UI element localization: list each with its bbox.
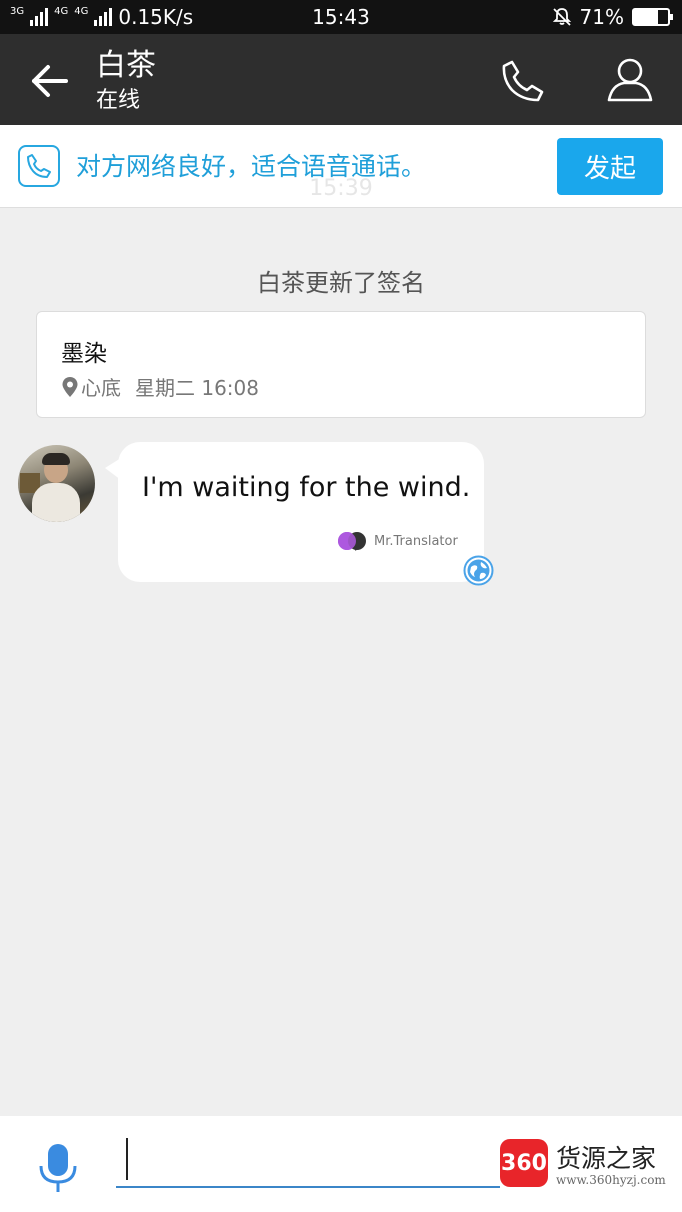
back-button[interactable] xyxy=(26,58,72,104)
user-icon xyxy=(607,58,653,102)
voice-input-button[interactable] xyxy=(36,1142,80,1194)
phone-icon xyxy=(502,60,544,102)
profile-button[interactable] xyxy=(604,54,656,106)
bell-muted-icon xyxy=(552,8,571,26)
signature-text: 墨染 xyxy=(61,341,107,367)
text-cursor xyxy=(126,1138,128,1180)
signature-meta: 心底 星期二 16:08 xyxy=(61,372,259,401)
watermark: 360 货源之家 www.360hyzj.com xyxy=(498,1137,682,1193)
globe-icon xyxy=(463,555,494,586)
avatar[interactable] xyxy=(18,445,95,522)
watermark-url: www.360hyzj.com xyxy=(556,1173,666,1187)
status-right: 71% xyxy=(552,5,673,29)
signature-location: 心底 xyxy=(81,376,121,400)
chat-header: 白茶 在线 xyxy=(0,34,682,125)
translate-button[interactable] xyxy=(463,555,494,586)
translator-label: Mr.Translator xyxy=(374,533,458,549)
status-bar: 3G 4G 4G 0.15K/s 15:43 71% xyxy=(0,0,682,34)
arrow-left-icon xyxy=(32,65,68,97)
battery-icon xyxy=(632,8,673,26)
microphone-icon xyxy=(39,1144,77,1192)
signature-card[interactable]: 墨染 心底 星期二 16:08 xyxy=(36,311,646,418)
signature-time: 星期二 16:08 xyxy=(135,376,259,400)
watermark-title: 货源之家 xyxy=(556,1144,657,1173)
translator-logo-icon xyxy=(338,532,366,551)
message-text: I'm waiting for the wind. xyxy=(142,472,471,503)
translator-badge: Mr.Translator xyxy=(336,530,458,552)
contact-name: 白茶 xyxy=(96,48,156,83)
location-pin-icon xyxy=(62,376,78,397)
message-bubble[interactable]: I'm waiting for the wind. Mr.Translator xyxy=(105,442,484,582)
message-timestamp: 15:39 xyxy=(309,176,373,201)
system-message: 白茶更新了签名 xyxy=(257,269,425,297)
watermark-logo: 360 xyxy=(500,1139,548,1187)
message-input[interactable] xyxy=(116,1134,500,1188)
battery-level xyxy=(634,10,659,24)
voice-call-button[interactable] xyxy=(498,56,548,106)
battery-percent: 71% xyxy=(579,5,624,29)
bubble-tail xyxy=(105,458,121,480)
online-status: 在线 xyxy=(96,88,141,113)
